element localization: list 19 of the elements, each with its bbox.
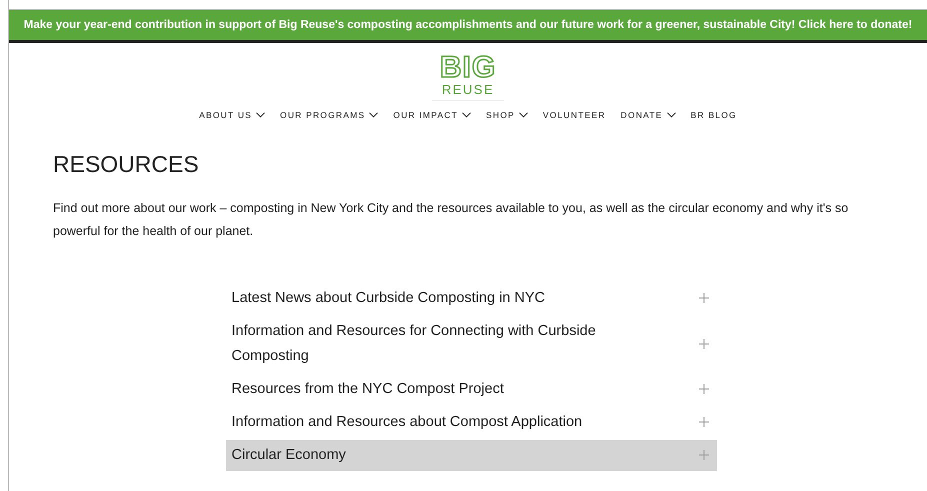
plus-icon (698, 450, 708, 460)
accordion-header[interactable]: Information and Resources for Connecting with Curbside Composting (226, 316, 716, 372)
nav-link[interactable]: BR BLOG (690, 108, 737, 122)
nav-link[interactable]: OUR PROGRAMS (280, 108, 378, 122)
plus-icon (698, 384, 708, 394)
nav-link[interactable]: DONATE (620, 108, 676, 122)
nav-link[interactable]: SHOP (486, 108, 528, 122)
nav-link[interactable]: VOLUNTEER (542, 108, 606, 122)
nav-link[interactable]: ABOUT US (199, 108, 266, 122)
plus-icon (698, 293, 708, 304)
plus-icon (698, 417, 708, 428)
accordion-header[interactable]: Circular Economy (226, 440, 716, 471)
page-title: RESOURCES (53, 151, 200, 179)
intro-paragraph: Find out more about our work – composting in New York City and the resources available to you, as well as the circular economy and why it's so powerful for the health of our planet. (53, 200, 850, 240)
plus-icon (698, 338, 708, 349)
nav-link[interactable]: OUR IMPACT (393, 108, 472, 122)
accordion-header[interactable]: Resources from the NYC Compost Project (226, 374, 716, 405)
accordion-header[interactable]: Information and Resources about Compost Application (226, 406, 716, 438)
accordion-header[interactable]: Latest News about Curbside Composting in NYC (226, 282, 716, 314)
